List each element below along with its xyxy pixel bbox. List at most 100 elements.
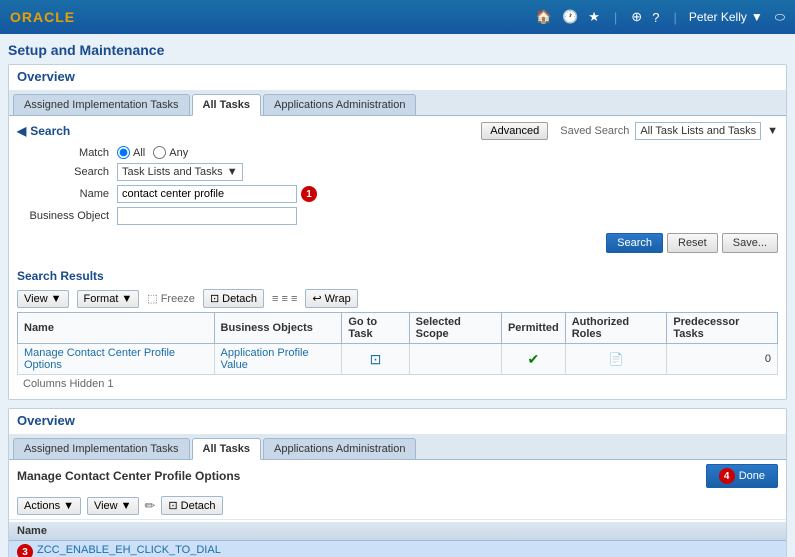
- done-button[interactable]: 4 Done: [706, 464, 778, 488]
- step-4-badge: 4: [719, 468, 735, 484]
- saved-search-value[interactable]: All Task Lists and Tasks: [635, 122, 761, 140]
- divider2: |: [673, 10, 676, 25]
- wrap-icon: ↩: [312, 292, 321, 305]
- view-button-2[interactable]: View ▼: [87, 497, 139, 515]
- actions-label: Actions: [24, 500, 60, 512]
- freeze-icon: ⬚: [147, 292, 157, 305]
- search-form: Match All Any Search Task Lists and Task…: [17, 146, 778, 225]
- oracle-logo: ORACLE: [10, 9, 75, 25]
- header: ORACLE 🏠 🕐 ★ | ⊕ ? | Peter Kelly ▼ ⬭: [0, 0, 795, 34]
- row-predecessor: 0: [667, 344, 778, 375]
- row-business[interactable]: Application Profile Value: [214, 344, 342, 375]
- view-label-2: View: [94, 500, 118, 512]
- col-name: Name: [18, 313, 215, 344]
- col-goto: Go to Task: [342, 313, 409, 344]
- overview-panel-1: Overview Assigned Implementation Tasks A…: [8, 64, 787, 400]
- freeze-button: ⬚ Freeze: [147, 292, 195, 305]
- help-icon1[interactable]: ⊕: [631, 9, 642, 25]
- tabs-2: Assigned Implementation Tasks All Tasks …: [9, 434, 786, 460]
- view-dropdown-icon-2: ▼: [121, 500, 132, 512]
- search-header: ◀ Search Advanced Saved Search All Task …: [17, 122, 778, 140]
- profile-list: Name 3 ZCC_ENABLE_EH_CLICK_TO_DIAL ZCC_E…: [9, 520, 786, 557]
- detach-button[interactable]: ⊡ Detach: [203, 289, 264, 308]
- overview-panel-2: Overview Assigned Implementation Tasks A…: [8, 408, 787, 557]
- actions-toolbar: Actions ▼ View ▼ ✏ ⊡ Detach: [9, 492, 786, 520]
- col-scope: Selected Scope: [409, 313, 501, 344]
- detach-button-2[interactable]: ⊡ Detach: [161, 496, 222, 515]
- collapse-triangle[interactable]: ◀: [17, 124, 26, 138]
- name-row: Name 1: [17, 185, 778, 203]
- detach-label: Detach: [222, 293, 257, 305]
- page-icon: 📄: [609, 352, 624, 366]
- detach-icon: ⊡: [210, 292, 219, 305]
- reset-button[interactable]: Reset: [667, 233, 718, 253]
- save-button[interactable]: Save...: [722, 233, 778, 253]
- tab2-all-tasks[interactable]: All Tasks: [192, 438, 262, 460]
- tab2-assigned-tasks[interactable]: Assigned Implementation Tasks: [13, 438, 190, 459]
- view-button[interactable]: View ▼: [17, 290, 69, 308]
- overview-title-2: Overview: [9, 409, 786, 432]
- actions-button[interactable]: Actions ▼: [17, 497, 81, 515]
- user-menu[interactable]: Peter Kelly ▼ ⬭: [689, 10, 785, 25]
- saved-search-dropdown[interactable]: ▼: [767, 125, 778, 137]
- columns-hidden: Columns Hidden 1: [17, 375, 778, 393]
- format-button[interactable]: Format ▼: [77, 290, 140, 308]
- logout-icon[interactable]: ⬭: [775, 10, 785, 25]
- match-label: Match: [17, 147, 117, 159]
- wrap-label: Wrap: [325, 293, 351, 305]
- edit-icon[interactable]: ✏: [145, 498, 156, 514]
- name-label: Name: [17, 188, 117, 200]
- detach-label-2: Detach: [181, 500, 216, 512]
- saved-search-area: Saved Search All Task Lists and Tasks ▼: [560, 122, 778, 140]
- wrap-button[interactable]: ↩ Wrap: [305, 289, 357, 308]
- row-roles: 📄: [565, 344, 667, 375]
- advanced-button[interactable]: Advanced: [481, 122, 548, 140]
- search-row: Search Task Lists and Tasks ▼: [17, 163, 778, 181]
- business-object-input[interactable]: [117, 207, 297, 225]
- row-scope: [409, 344, 501, 375]
- page-title: Setup and Maintenance: [8, 38, 787, 62]
- results-title: Search Results: [17, 269, 778, 283]
- check-icon: ✔: [527, 351, 539, 367]
- help-icon2[interactable]: ?: [652, 10, 659, 25]
- list-header: Name: [9, 522, 786, 541]
- match-all-radio[interactable]: All: [117, 146, 145, 159]
- search-dropdown-value: Task Lists and Tasks: [122, 166, 223, 178]
- star-icon[interactable]: ★: [588, 9, 600, 25]
- view-dropdown-icon: ▼: [51, 293, 62, 305]
- search-label: Search: [17, 166, 117, 178]
- list-item[interactable]: 3 ZCC_ENABLE_EH_CLICK_TO_DIAL: [9, 541, 786, 557]
- row-permitted: ✔: [501, 344, 565, 375]
- clock-icon[interactable]: 🕐: [562, 9, 578, 25]
- tab-assigned-tasks[interactable]: Assigned Implementation Tasks: [13, 94, 190, 115]
- search-title: ◀ Search: [17, 124, 70, 138]
- goto-icon: ⊡: [370, 351, 382, 367]
- tab-app-admin[interactable]: Applications Administration: [263, 94, 416, 115]
- col-business: Business Objects: [214, 313, 342, 344]
- business-object-label: Business Object: [17, 210, 117, 222]
- divider: |: [614, 10, 617, 25]
- results-toolbar: View ▼ Format ▼ ⬚ Freeze ⊡ Detach ≡ ≡ ≡: [17, 289, 778, 308]
- freeze-label: Freeze: [161, 293, 195, 305]
- tabs-1: Assigned Implementation Tasks All Tasks …: [9, 90, 786, 116]
- business-object-row: Business Object: [17, 207, 778, 225]
- dropdown-chevron: ▼: [227, 166, 238, 178]
- list-link-1[interactable]: ZCC_ENABLE_EH_CLICK_TO_DIAL: [37, 544, 221, 557]
- col-roles: Authorized Roles: [565, 313, 667, 344]
- name-input[interactable]: [117, 185, 297, 203]
- table-row: Manage Contact Center Profile Options Ap…: [18, 344, 778, 375]
- home-icon[interactable]: 🏠: [536, 9, 552, 25]
- overview-title-1: Overview: [9, 65, 786, 88]
- search-section: ◀ Search Advanced Saved Search All Task …: [9, 116, 786, 263]
- row-name[interactable]: Manage Contact Center Profile Options: [18, 344, 215, 375]
- panel-subtitle: Manage Contact Center Profile Options: [9, 463, 248, 489]
- list-col-name: Name: [17, 525, 47, 537]
- tab2-app-admin[interactable]: Applications Administration: [263, 438, 416, 459]
- search-button[interactable]: Search: [606, 233, 663, 253]
- row-goto[interactable]: ⊡: [342, 344, 409, 375]
- match-any-radio[interactable]: Any: [153, 146, 188, 159]
- search-dropdown[interactable]: Task Lists and Tasks ▼: [117, 163, 243, 181]
- tab-all-tasks[interactable]: All Tasks: [192, 94, 262, 116]
- overview2-header: Manage Contact Center Profile Options 4 …: [9, 460, 786, 492]
- match-radio-group: All Any: [117, 146, 188, 159]
